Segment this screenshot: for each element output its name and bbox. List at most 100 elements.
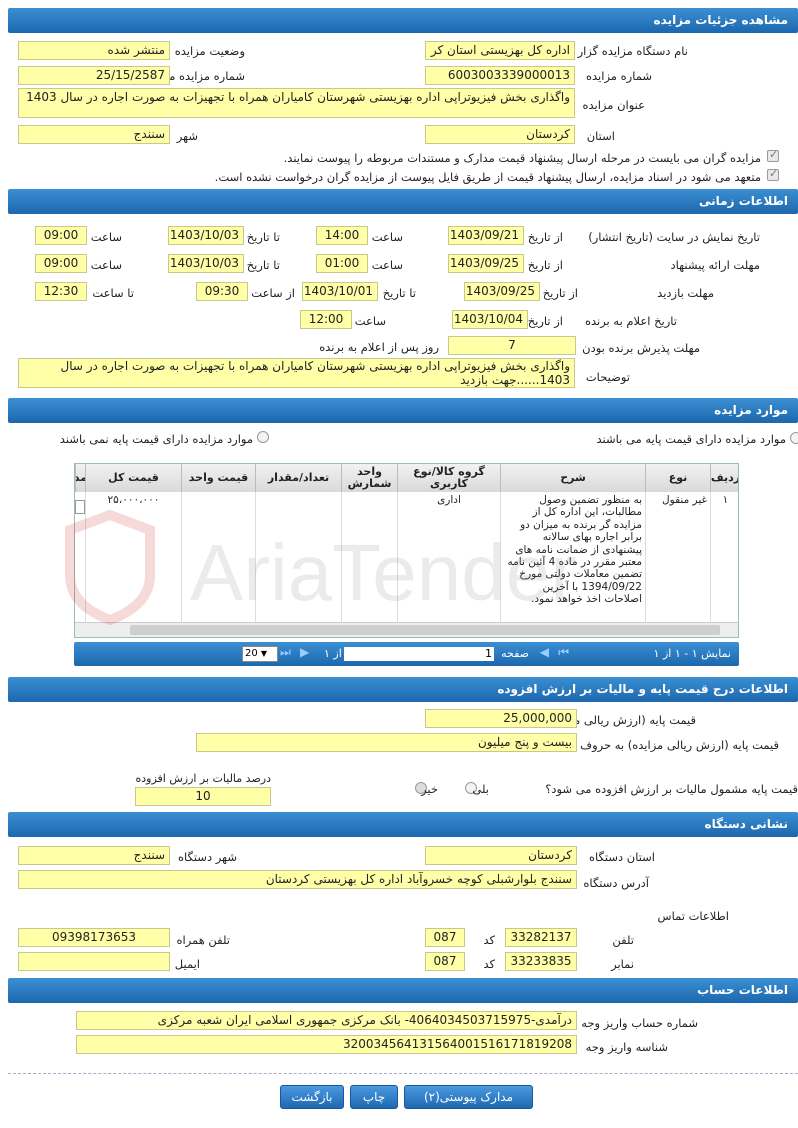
phone-label: تلفن: [612, 933, 634, 947]
attachments-button[interactable]: مدارک پیوستی(۲): [404, 1085, 533, 1109]
th-more: مد: [75, 464, 85, 492]
section-header-items: موارد مزایده: [8, 398, 798, 423]
addr-label: آدرس دستگاه: [583, 876, 649, 890]
no-file-checkbox: [767, 167, 779, 181]
site-from-time: 14:00: [316, 226, 368, 245]
announce-time: 12:00: [300, 310, 352, 329]
addr-province-label: استان دستگاه: [588, 850, 655, 864]
radio-with-price[interactable]: [790, 432, 798, 444]
visit-from-time: 09:30: [196, 282, 248, 301]
th-row: ردیف: [710, 464, 738, 492]
addr-field: سنندج بلوارشبلی کوچه خسروآباد اداره کل ب…: [18, 870, 577, 889]
hour-label: ساعت: [90, 230, 122, 244]
prev-page-icon[interactable]: ◀: [540, 645, 549, 659]
td-total: ۲۵،۰۰۰،۰۰۰: [85, 492, 181, 624]
radio-without-price[interactable]: [257, 431, 269, 443]
td-qty: [255, 492, 341, 624]
horizontal-scrollbar[interactable]: [75, 622, 738, 637]
deposit-id-label: شناسه واریز وجه: [585, 1040, 668, 1054]
offer-from-time: 01:00: [316, 254, 368, 273]
td-type: غیر منقول: [645, 492, 710, 624]
offer-to-time: 09:00: [35, 254, 87, 273]
desc-field: واگذاری بخش فیزیوتراپی اداره بهزیستی شهر…: [18, 358, 575, 388]
section-header-price: اطلاعات درج قیمت پایه و مالیات بر ارزش ا…: [8, 677, 798, 702]
to-date-label: تا تاریخ: [382, 286, 416, 300]
from-hour-label: از ساعت: [251, 286, 295, 300]
scrollbar-thumb[interactable]: [130, 625, 720, 635]
status-field: منتشر شده: [18, 41, 170, 60]
check2-text: متعهد می شود در اسناد مزایده، ارسال پیشن…: [214, 170, 761, 184]
radio-without-price-label: موارد مزایده دارای قیمت پایه نمی باشند: [59, 432, 253, 446]
items-table: ردیف نوع شرح گروه کالا/نوع کاربری واحد ش…: [74, 463, 739, 638]
province-field: کردستان: [425, 125, 575, 144]
td-unit: [341, 492, 397, 624]
addr-city-label: شهر دستگاه: [177, 850, 237, 864]
email-label: ایمیل: [174, 957, 200, 971]
offer-to-date: 1403/10/03: [168, 254, 244, 273]
accept-suffix: روز پس از اعلام به برنده: [319, 340, 439, 354]
fax-label: نمابر: [611, 957, 634, 971]
phone-code-field: 087: [425, 928, 465, 947]
contact-label: اطلاعات تماس: [657, 909, 729, 923]
pager-page-label: صفحه: [501, 647, 529, 660]
org-label: نام دستگاه مزایده گزار: [577, 44, 688, 58]
section-header-account: اطلاعات حساب: [8, 978, 798, 1003]
mobile-field: 09398173653: [18, 928, 170, 947]
pager-bar: نمایش ۱ - ۱ از ۱ ⏮ ◀ صفحه 1 از ۱ ▶ ⏭ 20 …: [74, 642, 739, 666]
city-field: سنندج: [18, 125, 170, 144]
row-action-button[interactable]: [75, 500, 85, 514]
price-text-label: قیمت پایه (ارزش ریالی مزایده) به حروف: [580, 738, 779, 752]
city-label: شهر: [176, 129, 198, 143]
code-label: کد: [483, 933, 495, 947]
deposit-id-field: 320034564131564001516171819208: [76, 1035, 577, 1054]
th-unit: واحد شمارش: [341, 464, 397, 492]
vat-pct-field: 10: [135, 787, 271, 806]
th-desc: شرح: [500, 464, 645, 492]
mobile-label: تلفن همراه: [176, 933, 230, 947]
accept-days-field: 7: [448, 336, 576, 355]
province-label: استان: [586, 129, 615, 143]
th-group: گروه کالا/نوع کاربری: [397, 464, 500, 492]
site-to-date: 1403/10/03: [168, 226, 244, 245]
hour-label: ساعت: [90, 258, 122, 272]
org-field: اداره کل بهزیستی استان کر: [425, 41, 575, 60]
th-type: نوع: [645, 464, 710, 492]
number-label: شماره مزایده: [586, 69, 652, 83]
site-to-time: 09:00: [35, 226, 87, 245]
offer-label: مهلت ارائه پیشنهاد: [670, 258, 760, 272]
td-desc: به منظور تضمین وصول مطالبات، این اداره ک…: [500, 492, 645, 624]
vat-yes-label: بلی: [472, 782, 489, 796]
vat-question: قیمت پایه مشمول مالیات بر ارزش افزوده می…: [545, 782, 798, 796]
addr-province-field: کردستان: [425, 846, 577, 865]
pager-of-text: از ۱: [324, 647, 342, 660]
print-button[interactable]: چاپ: [350, 1085, 398, 1109]
visit-from-date: 1403/09/25: [464, 282, 540, 301]
from-date-label: از تاریخ: [527, 258, 563, 272]
visit-to-date: 1403/10/01: [302, 282, 378, 301]
first-page-icon[interactable]: ⏮: [558, 645, 569, 660]
page-size-select[interactable]: 20 ▼: [242, 646, 278, 662]
td-unit-price: [181, 492, 255, 624]
to-date-label: تا تاریخ: [246, 258, 280, 272]
site-from-date: 1403/09/21: [448, 226, 524, 245]
last-page-icon[interactable]: ⏭: [280, 645, 291, 660]
code-label: کد: [483, 957, 495, 971]
next-page-icon[interactable]: ▶: [300, 645, 309, 659]
site-date-label: تاریخ نمایش در سایت (تاریخ انتشار): [588, 230, 760, 244]
fax-code-field: 087: [425, 952, 465, 971]
page-input[interactable]: 1: [344, 647, 494, 661]
from-date-label: از تاریخ: [527, 314, 563, 328]
price-text-field: بیست و پنج میلیون: [196, 733, 577, 752]
visit-to-time: 12:30: [35, 282, 87, 301]
to-date-label: تا تاریخ: [246, 230, 280, 244]
hour-label: ساعت: [371, 258, 403, 272]
section-header-address: نشانی دستگاه: [8, 812, 798, 837]
section-header-details: مشاهده جزئیات مزایده: [8, 8, 798, 33]
desc-label: توضیحات: [585, 370, 630, 384]
section-header-time: اطلاعات زمانی: [8, 189, 798, 214]
radio-with-price-label: موارد مزایده دارای قیمت پایه می باشند: [596, 432, 786, 446]
visit-label: مهلت بازدید: [657, 286, 714, 300]
status-label: وضعیت مزایده: [174, 44, 245, 58]
back-button[interactable]: بازگشت: [280, 1085, 344, 1109]
check1-text: مزایده گران می بایست در مرحله ارسال پیشن…: [283, 151, 761, 165]
